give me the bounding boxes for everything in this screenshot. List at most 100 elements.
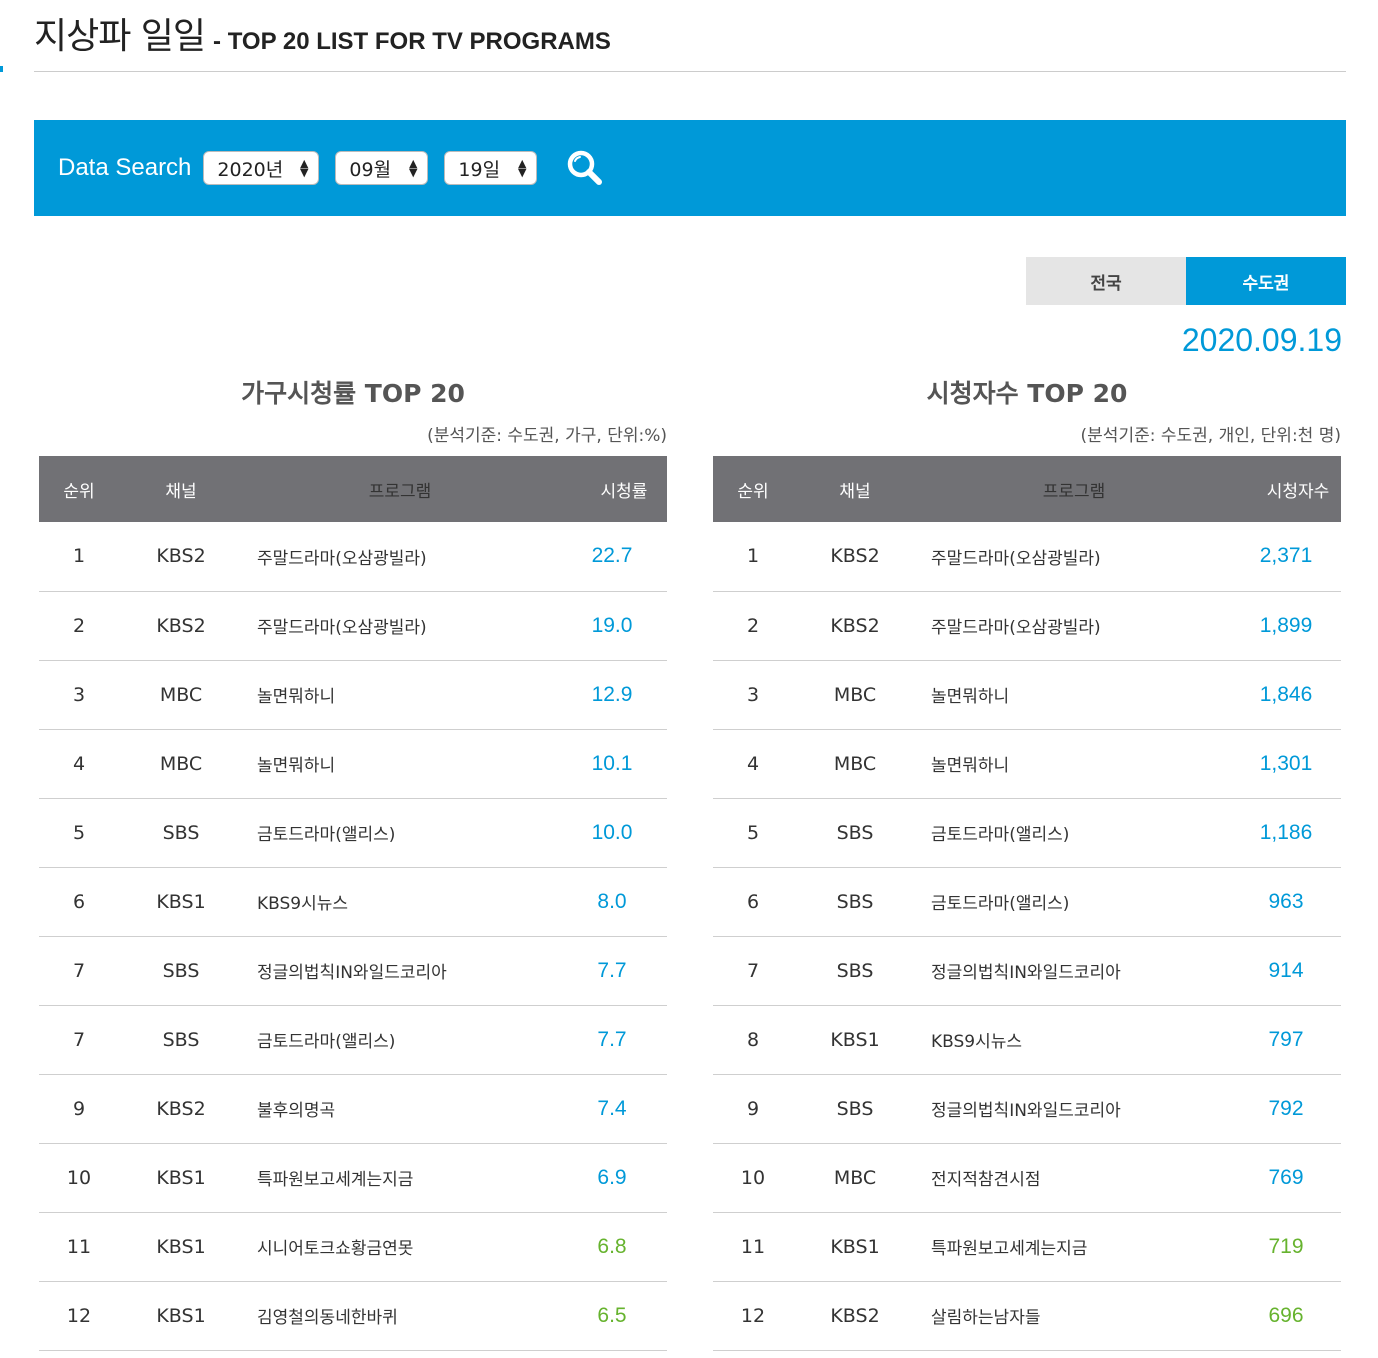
col-header-program: 프로그램 [1042,481,1106,502]
rank-cell: 4 [746,752,760,775]
col-header-viewers: 시청자수 [1266,481,1330,502]
table-row: 1 KBS2 주말드라마(오삼광빌라) 2,371 [713,522,1341,591]
rank-cell: 7 [72,1028,86,1051]
value-cell: 10.0 [591,820,633,844]
rank-cell: 6 [72,890,86,913]
value-cell: 792 [1268,1096,1304,1120]
year-select[interactable]: 2020년 ▲ ▼ [203,151,320,185]
value-cell: 7.7 [597,1027,627,1051]
value-cell: 22.7 [591,544,633,568]
rank-cell: 2 [72,614,86,637]
viewers-block: 시청자수 TOP 20 (분석기준: 수도권, 개인, 단위:천 명) 순위 채… [713,372,1341,1351]
program-cell: 놀면뭐하니 [257,687,336,707]
table-row: 3 MBC 놀면뭐하니 1,846 [713,660,1341,729]
program-cell: KBS9시뉴스 [931,1032,1023,1052]
rank-cell: 4 [72,752,86,775]
channel-cell: KBS1 [830,1028,880,1051]
program-cell: 전지적참견시점 [931,1170,1041,1190]
value-cell: 1,846 [1259,682,1313,706]
channel-cell: KBS2 [830,1304,880,1327]
channel-cell: KBS1 [156,890,206,913]
table-row: 2 KBS2 주말드라마(오삼광빌라) 19.0 [39,591,667,660]
tab-nationwide[interactable]: 전국 [1026,257,1186,305]
region-tabs: 전국 수도권 [1026,257,1346,305]
rank-cell: 11 [740,1235,766,1258]
table-header-row: 순위 채널 프로그램 시청자수 [713,456,1341,522]
value-cell: 797 [1268,1027,1304,1051]
channel-cell: SBS [162,821,200,844]
rank-cell: 7 [72,959,86,982]
channel-cell: KBS1 [156,1235,206,1258]
left-edge-marker [0,66,3,72]
day-select-value: 19일 [458,158,501,181]
table-row: 1 KBS2 주말드라마(오삼광빌라) 22.7 [39,522,667,591]
channel-cell: SBS [162,1028,200,1051]
viewers-table-note: (분석기준: 수도권, 개인, 단위:천 명) [1080,426,1341,446]
channel-cell: KBS2 [830,545,880,568]
rank-cell: 3 [746,683,760,706]
rank-cell: 10 [66,1166,92,1189]
col-header-channel: 채널 [839,481,871,502]
program-cell: 살림하는남자들 [931,1308,1041,1328]
page-title: 지상파 일일 - TOP 20 LIST FOR TV PROGRAMS [34,14,1346,72]
rank-cell: 2 [746,614,760,637]
channel-cell: SBS [836,821,874,844]
value-cell: 963 [1268,889,1304,913]
program-cell: 정글의법칙IN와일드코리아 [257,963,447,983]
col-header-channel: 채널 [165,481,197,502]
month-select[interactable]: 09월 ▲ ▼ [335,151,429,185]
household-rating-table: 순위 채널 프로그램 시청률 1 KBS2 주말드라마(오삼광빌라) 22.7 2 KBS… [39,456,667,1351]
rank-cell: 10 [740,1166,766,1189]
table-row: 4 MBC 놀면뭐하니 10.1 [39,729,667,798]
channel-cell: KBS2 [156,614,206,637]
channel-cell: MBC [833,752,877,775]
program-cell: 불후의명곡 [257,1101,336,1121]
channel-cell: KBS1 [830,1235,880,1258]
day-select[interactable]: 19일 ▲ ▼ [444,151,538,185]
program-cell: 주말드라마(오삼광빌라) [257,548,427,569]
page-title-english: - TOP 20 LIST FOR TV PROGRAMS [213,28,611,55]
table-row: 12 KBS2 살림하는남자들 696 [713,1281,1341,1350]
data-search-bar: Data Search 2020년 ▲ ▼ 09월 ▲ ▼ 19일 ▲ ▼ [34,120,1346,216]
rank-cell: 9 [72,1097,86,1120]
rank-cell: 6 [746,890,760,913]
table-row: 7 SBS 정글의법칙IN와일드코리아 7.7 [39,936,667,1005]
col-header-rank: 순위 [737,481,769,502]
value-cell: 6.9 [597,1165,627,1189]
search-icon[interactable] [563,146,607,190]
value-cell: 2,371 [1259,544,1313,568]
program-cell: 금토드라마(앨리스) [257,1032,396,1052]
program-cell: 특파원보고세계는지금 [257,1170,414,1190]
value-cell: 19.0 [591,613,633,637]
value-cell: 1,301 [1259,751,1313,775]
program-cell: 놀면뭐하니 [931,756,1010,776]
channel-cell: SBS [836,1097,874,1120]
table-row: 9 SBS 정글의법칙IN와일드코리아 792 [713,1074,1341,1143]
select-arrows-icon: ▲ ▼ [408,157,418,179]
value-cell: 7.7 [597,958,627,982]
value-cell: 914 [1268,958,1304,982]
value-cell: 6.8 [597,1234,627,1258]
channel-cell: KBS1 [156,1304,206,1327]
household-table-title: 가구시청률 TOP 20 [241,379,465,408]
value-cell: 1,899 [1259,613,1313,637]
channel-cell: SBS [836,959,874,982]
rank-cell: 8 [746,1028,760,1051]
value-cell: 696 [1268,1303,1304,1327]
value-cell: 769 [1268,1165,1304,1189]
value-cell: 1,186 [1259,820,1313,844]
table-row: 7 SBS 금토드라마(앨리스) 7.7 [39,1005,667,1074]
channel-cell: MBC [159,683,203,706]
table-row: 5 SBS 금토드라마(앨리스) 1,186 [713,798,1341,867]
value-cell: 12.9 [591,682,633,706]
select-arrows-icon: ▲ ▼ [517,157,527,179]
channel-cell: KBS2 [156,545,206,568]
viewers-table-title: 시청자수 TOP 20 [926,379,1128,408]
tab-capital-area[interactable]: 수도권 [1186,257,1346,305]
channel-cell: KBS1 [156,1166,206,1189]
program-cell: 금토드라마(앨리스) [257,825,396,845]
rank-cell: 3 [72,683,86,706]
table-row: 3 MBC 놀면뭐하니 12.9 [39,660,667,729]
rank-cell: 1 [746,545,760,568]
table-row: 12 KBS1 김영철의동네한바퀴 6.5 [39,1281,667,1350]
